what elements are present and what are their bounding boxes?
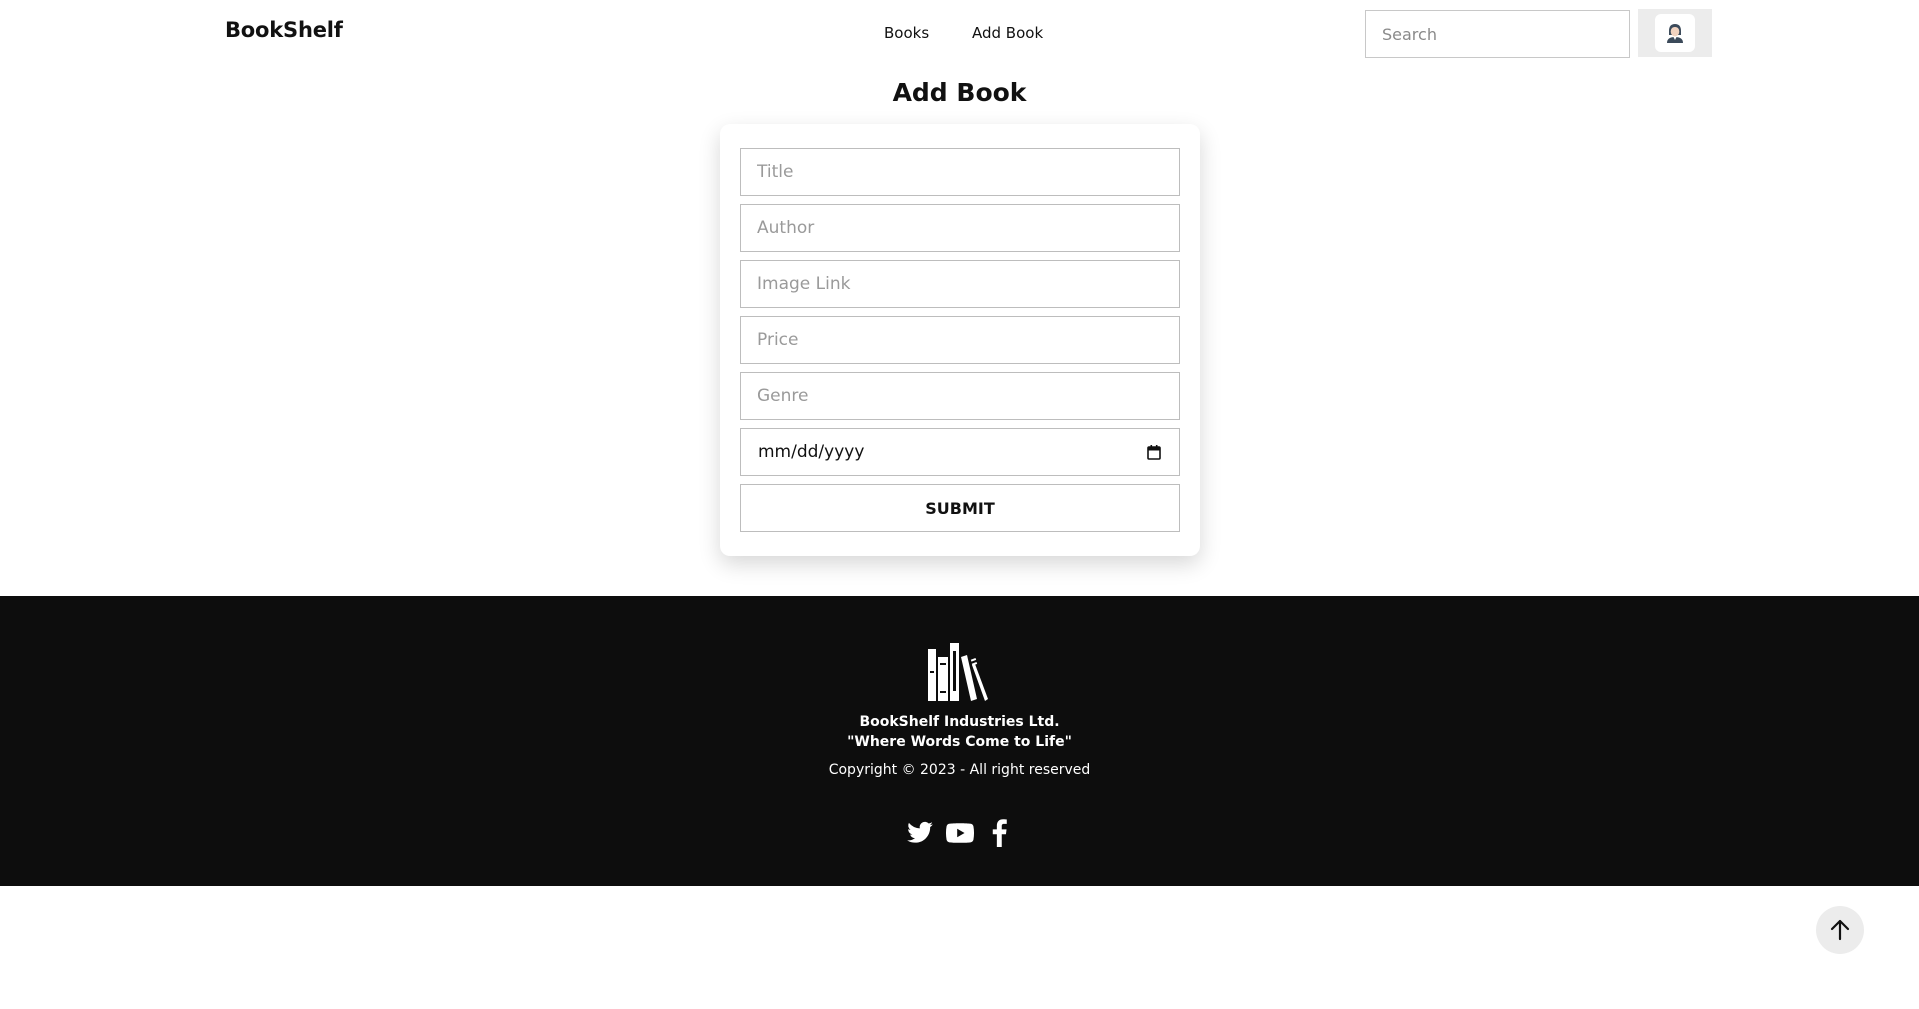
add-book-form: mm/dd/yyyy SUBMIT xyxy=(720,124,1200,556)
arrow-up-icon xyxy=(1830,919,1850,941)
brand-logo-text[interactable]: BookShelf xyxy=(225,18,343,42)
author-input[interactable] xyxy=(740,204,1180,252)
nav-link-books[interactable]: Books xyxy=(884,24,929,42)
facebook-icon[interactable] xyxy=(986,819,1014,847)
date-placeholder: mm/dd/yyyy xyxy=(758,442,865,462)
company-tagline: "Where Words Come to Life" xyxy=(847,734,1072,750)
search-input[interactable] xyxy=(1365,10,1630,58)
youtube-icon[interactable] xyxy=(946,819,974,847)
avatar xyxy=(1655,14,1695,52)
top-navbar: BookShelf Books Add Book xyxy=(0,0,1919,68)
nav-link-add-book[interactable]: Add Book xyxy=(972,24,1043,42)
page-title: Add Book xyxy=(892,78,1027,107)
date-input[interactable]: mm/dd/yyyy xyxy=(740,428,1180,476)
user-avatar-icon xyxy=(1667,24,1683,43)
genre-input[interactable] xyxy=(740,372,1180,420)
footer: BookShelf Industries Ltd. "Where Words C… xyxy=(0,596,1919,886)
twitter-icon[interactable] xyxy=(906,819,934,847)
price-input[interactable] xyxy=(740,316,1180,364)
back-to-top-button[interactable] xyxy=(1816,906,1864,954)
copyright-text: Copyright © 2023 - All right reserved xyxy=(828,762,1091,778)
submit-button[interactable]: SUBMIT xyxy=(740,484,1180,532)
user-avatar-button[interactable] xyxy=(1638,9,1712,57)
company-name: BookShelf Industries Ltd. xyxy=(859,714,1060,730)
image-link-input[interactable] xyxy=(740,260,1180,308)
bookshelf-logo-icon xyxy=(928,643,988,701)
calendar-icon[interactable] xyxy=(1147,445,1161,460)
title-input[interactable] xyxy=(740,148,1180,196)
